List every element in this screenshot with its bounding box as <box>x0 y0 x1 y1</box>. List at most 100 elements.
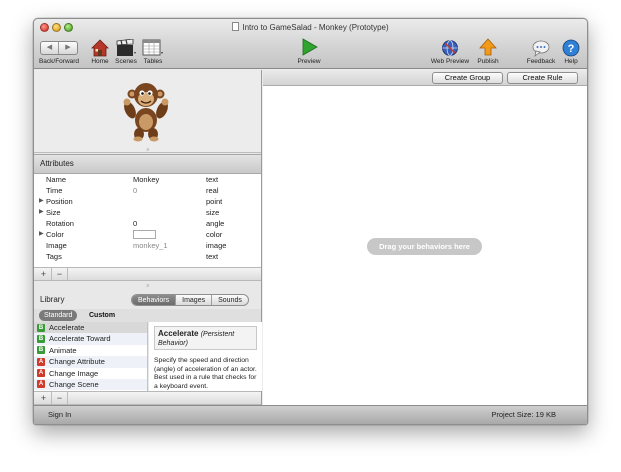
behavior-label: Animate <box>49 345 77 355</box>
app-window: Intro to GameSalad - Monkey (Prototype) … <box>33 18 588 425</box>
description-title: Accelerate <box>158 329 199 338</box>
behavior-label: Accelerate <box>49 323 85 332</box>
attribute-name: Color <box>46 230 64 239</box>
back-forward-label: Back/Forward <box>38 58 80 65</box>
list-item[interactable]: A Change Image <box>34 368 147 379</box>
attribute-row-name[interactable]: Name Monkey text <box>34 174 261 185</box>
attribute-value: 0 <box>133 186 138 195</box>
attribute-row-tags[interactable]: Tags text <box>34 251 261 262</box>
attribute-value[interactable]: monkey_1 <box>133 240 168 251</box>
description-body: Specify the speed and direction (angle) … <box>154 357 257 390</box>
help-icon: ? <box>562 39 580 57</box>
disclosure-triangle-icon[interactable]: ▶ <box>39 196 44 207</box>
attribute-type: real <box>206 186 219 195</box>
behavior-editor[interactable]: Create Group Create Rule Drag your behav… <box>263 70 587 407</box>
add-behavior-button[interactable]: + <box>36 392 52 404</box>
attribute-row-size[interactable]: ▶ Size size <box>34 207 261 218</box>
attribute-name: Rotation <box>46 219 74 228</box>
attribute-name: Size <box>46 208 61 217</box>
add-attribute-button[interactable]: + <box>36 268 52 280</box>
attribute-row-image[interactable]: Image monkey_1 image <box>34 240 261 251</box>
tables-icon <box>142 39 163 56</box>
list-item[interactable]: A Change Scene <box>34 378 147 391</box>
attribute-name: Time <box>46 186 63 195</box>
back-button[interactable]: ◀ <box>41 42 59 54</box>
back-forward-control: ◀ ▶ <box>40 41 78 55</box>
attributes-table: Name Monkey text Time 0 real ▶ Position … <box>34 174 261 267</box>
attribute-type: angle <box>206 219 225 228</box>
library-resize-handle[interactable]: ≡ <box>144 284 152 289</box>
inspector-pane: ≡ Attributes Name Monkey text Time 0 rea… <box>34 70 262 407</box>
behavior-label: Change Attribute <box>49 357 105 367</box>
attribute-type: size <box>206 208 220 217</box>
attribute-row-rotation[interactable]: Rotation 0 angle <box>34 218 261 229</box>
behavior-badge-icon: A <box>37 357 45 366</box>
preview-icon <box>302 38 318 56</box>
attribute-name: Image <box>46 241 67 250</box>
preview-label: Preview <box>297 58 321 65</box>
preview-resize-handle[interactable]: ≡ <box>144 148 152 153</box>
attribute-type: text <box>206 252 219 261</box>
remove-attribute-button[interactable]: − <box>52 268 68 280</box>
behavior-list: B Accelerate B Accelerate Toward B Anima… <box>34 322 148 391</box>
behavior-badge-icon: A <box>37 380 45 389</box>
scenes-label: Scenes <box>115 58 137 65</box>
project-size: Project Size: 19 KB <box>491 410 556 419</box>
behavior-badge-icon: B <box>37 334 45 343</box>
scenes-icon <box>116 39 136 56</box>
monkey-actor-image <box>123 83 169 142</box>
list-item[interactable]: A Change Attribute <box>34 356 147 368</box>
feedback-label: Feedback <box>526 58 556 65</box>
tab-images[interactable]: Images <box>176 295 213 305</box>
behavior-label: Accelerate Toward <box>49 334 111 344</box>
behavior-badge-icon: B <box>37 323 45 332</box>
attribute-name: Tags <box>46 252 62 261</box>
disclosure-triangle-icon[interactable]: ▶ <box>39 207 44 218</box>
behavior-badge-icon: A <box>37 369 45 378</box>
create-rule-button[interactable]: Create Rule <box>507 72 578 84</box>
attribute-row-time[interactable]: Time 0 real <box>34 185 261 196</box>
svg-text:?: ? <box>568 43 575 55</box>
help-label: Help <box>564 58 578 65</box>
status-bar: Sign In Project Size: 19 KB <box>34 405 587 424</box>
color-swatch[interactable] <box>133 230 156 239</box>
list-item[interactable]: B Animate <box>34 345 147 356</box>
attribute-row-position[interactable]: ▶ Position point <box>34 196 261 207</box>
drop-zone-hint: Drag your behaviors here <box>367 238 482 255</box>
list-item[interactable]: B Accelerate <box>34 322 147 334</box>
home-label: Home <box>91 58 109 65</box>
attributes-add-remove-bar: + − <box>34 267 261 281</box>
attribute-row-color[interactable]: ▶ Color color <box>34 229 261 240</box>
window-title-text: Intro to GameSalad - Monkey (Prototype) <box>242 23 389 32</box>
list-item[interactable]: B Accelerate Toward <box>34 333 147 345</box>
toolbar: Intro to GameSalad - Monkey (Prototype) … <box>34 19 587 69</box>
tables-label: Tables <box>143 58 163 65</box>
library-header: Library Behaviors Images Sounds <box>34 291 261 309</box>
attribute-value[interactable]: Monkey <box>133 174 159 185</box>
library-add-remove-bar: + − <box>34 391 261 405</box>
attributes-title: Attributes <box>40 159 74 168</box>
remove-behavior-button[interactable]: − <box>52 392 68 404</box>
library-title: Library <box>40 295 65 304</box>
attribute-type: color <box>206 230 223 239</box>
disclosure-triangle-icon[interactable]: ▶ <box>39 229 44 240</box>
attribute-value[interactable]: 0 <box>133 218 137 229</box>
filter-standard[interactable]: Standard <box>39 310 78 321</box>
web-preview-icon <box>442 40 458 56</box>
behavior-filter-bar: Standard Custom <box>34 309 261 322</box>
attribute-type: text <box>206 175 219 184</box>
tab-sounds[interactable]: Sounds <box>212 295 248 305</box>
tab-behaviors[interactable]: Behaviors <box>132 295 177 305</box>
filter-custom[interactable]: Custom <box>84 310 120 321</box>
window-title: Intro to GameSalad - Monkey (Prototype) <box>34 22 587 32</box>
behavior-label: Change Scene <box>49 379 99 389</box>
behavior-description: Accelerate (Persistent Behavior) Specify… <box>149 322 262 391</box>
attribute-name: Name <box>46 175 67 184</box>
document-icon <box>232 22 240 31</box>
attribute-type: image <box>206 241 227 250</box>
sign-in-link[interactable]: Sign In <box>48 406 71 424</box>
publish-label: Publish <box>477 58 499 65</box>
create-group-button[interactable]: Create Group <box>432 72 503 84</box>
main-content: ≡ Attributes Name Monkey text Time 0 rea… <box>34 70 587 407</box>
forward-button[interactable]: ▶ <box>59 42 77 54</box>
